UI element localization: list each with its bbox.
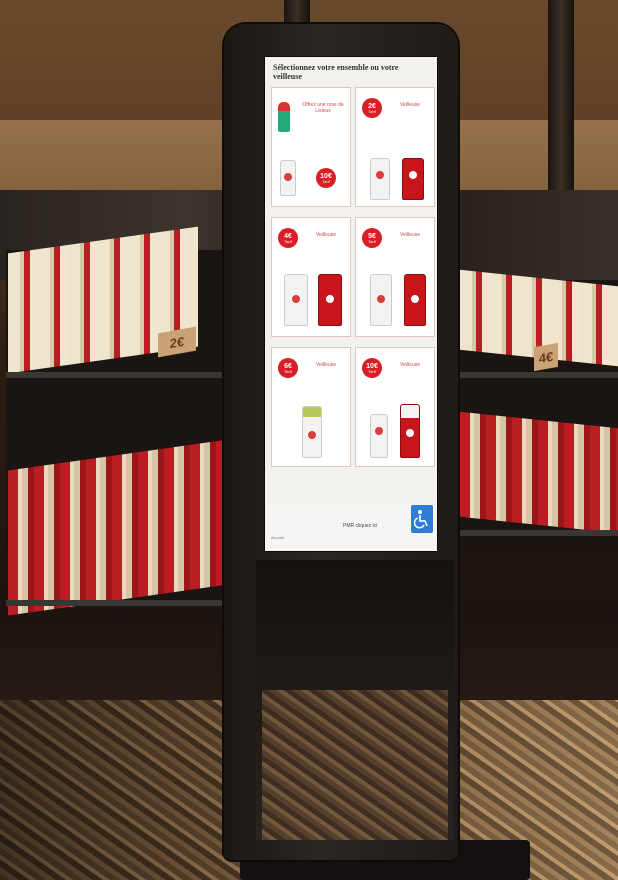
candle-red	[318, 274, 342, 326]
price-badge: 10€ Tarif	[316, 168, 336, 188]
screen-title: Sélectionnez votre ensemble ou votre vei…	[273, 63, 399, 81]
candles-lower-left	[8, 439, 228, 616]
card-veilleuse-10[interactable]: 10€ Tarif Veilleuse	[355, 347, 435, 467]
candle-red	[402, 158, 424, 200]
floor-reflection	[262, 690, 448, 840]
candle-red	[404, 274, 426, 326]
price-badge: 4€ Tarif	[278, 228, 298, 248]
price-badge: 10€ Tarif	[362, 358, 382, 378]
price-tag-right: 4€	[534, 342, 558, 372]
home-link[interactable]: Accueil	[271, 535, 284, 540]
candle-white	[302, 406, 322, 458]
pmr-link[interactable]: PMR cliquez ici	[343, 523, 377, 529]
candle-white	[370, 414, 388, 458]
card-veilleuse-2[interactable]: 2€ Tarif Veilleuse	[355, 87, 435, 207]
candle-white	[370, 158, 390, 200]
price-badge: 5€ Tarif	[362, 228, 382, 248]
candle-white	[284, 274, 308, 326]
price-badge: 6€ Tarif	[278, 358, 298, 378]
accessibility-button[interactable]	[411, 505, 433, 533]
wheelchair-icon	[414, 510, 428, 529]
candle-white	[370, 274, 392, 326]
card-veilleuse-4[interactable]: 4€ Tarif Veilleuse	[271, 217, 351, 337]
candle-red	[400, 404, 420, 458]
kiosk-screen: Sélectionnez votre ensemble ou votre vei…	[264, 56, 438, 552]
statue-icon	[278, 102, 290, 132]
card-offer-text: Offrez une rose de Lisieux	[302, 102, 344, 114]
card-offer-rose[interactable]: Offrez une rose de Lisieux 10€ Tarif	[271, 87, 351, 207]
candle-white	[280, 160, 296, 196]
card-veilleuse-6[interactable]: 6€ Tarif Veilleuse	[271, 347, 351, 467]
card-veilleuse-5[interactable]: 5€ Tarif Veilleuse	[355, 217, 435, 337]
candles-lower-right	[460, 411, 618, 534]
price-badge: 2€ Tarif	[362, 98, 382, 118]
